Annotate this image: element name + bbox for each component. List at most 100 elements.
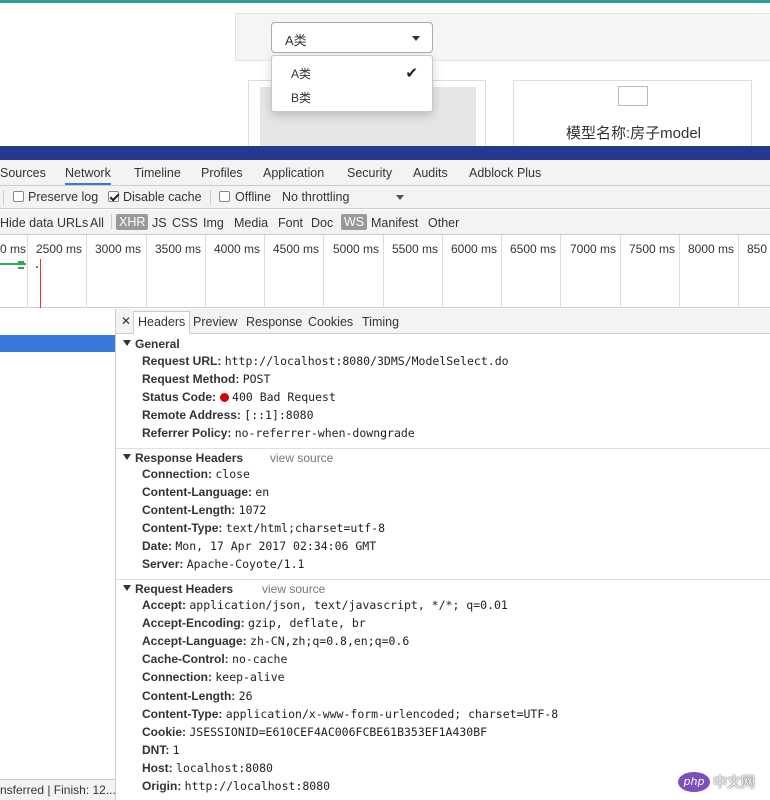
- header-row: Request URL: http://localhost:8080/3DMS/…: [142, 354, 509, 368]
- header-row: Remote Address: [::1]:8080: [142, 408, 314, 422]
- hide-data-urls[interactable]: Hide data URLs: [0, 216, 88, 230]
- header-row: Referrer Policy: no-referrer-when-downgr…: [142, 426, 415, 440]
- offline-label: Offline: [235, 190, 271, 204]
- filter-img[interactable]: Img: [203, 216, 224, 230]
- tick-line: [86, 235, 87, 308]
- tick-label: 5000 ms: [333, 242, 380, 256]
- offline-checkbox[interactable]: [219, 191, 230, 202]
- tab-adblock-plus[interactable]: Adblock Plus: [469, 166, 541, 180]
- dropdown-option-b[interactable]: B类: [291, 89, 311, 106]
- request-headers-section-header[interactable]: Request Headers view source: [116, 579, 770, 597]
- filter-font[interactable]: Font: [278, 216, 303, 230]
- tick-label: 7500 ms: [629, 242, 676, 256]
- tick-label: 3000 ms: [95, 242, 142, 256]
- preserve-log-checkbox[interactable]: [13, 191, 24, 202]
- tab-profiles[interactable]: Profiles: [201, 166, 243, 180]
- header-row: Status Code: 400 Bad Request: [142, 390, 336, 404]
- timeline-request-bar: [18, 261, 24, 263]
- filter-xhr[interactable]: XHR: [116, 214, 149, 230]
- header-row: Date: Mon, 17 Apr 2017 02:34:06 GMT: [142, 539, 377, 553]
- tick-line: [205, 235, 206, 308]
- network-status-bar: nsferred | Finish: 12...: [0, 779, 116, 800]
- filter-manifest[interactable]: Manifest: [371, 216, 418, 230]
- header-row: Request Method: POST: [142, 372, 271, 386]
- header-row: Accept-Encoding: gzip, deflate, br: [142, 616, 366, 630]
- tab-audits[interactable]: Audits: [413, 166, 448, 180]
- divider: [3, 190, 4, 205]
- tick-label: 6000 ms: [451, 242, 498, 256]
- filter-js[interactable]: JS: [152, 216, 167, 230]
- tick-label: 5500 ms: [392, 242, 439, 256]
- tick-label: 4500 ms: [273, 242, 320, 256]
- page-top-border: [0, 0, 770, 3]
- tab-security[interactable]: Security: [347, 166, 392, 180]
- response-headers-section-header[interactable]: Response Headers view source: [116, 448, 770, 466]
- header-row: Accept: application/json, text/javascrip…: [142, 598, 508, 612]
- throttling-select[interactable]: No throttling: [282, 190, 349, 204]
- category-select[interactable]: A类: [271, 22, 433, 53]
- tab-timing[interactable]: Timing: [362, 315, 399, 329]
- tick-line: [442, 235, 443, 308]
- site-watermark: php 中文网: [674, 768, 770, 796]
- category-select-value: A类: [285, 33, 307, 48]
- tick-line: [383, 235, 384, 308]
- error-status-icon: [220, 393, 230, 402]
- tick-line: [323, 235, 324, 308]
- category-dropdown: A类 ✔ B类: [271, 55, 433, 112]
- view-source-link[interactable]: view source: [270, 451, 333, 465]
- tick-line: [264, 235, 265, 308]
- triangle-down-icon: [123, 454, 131, 460]
- close-icon[interactable]: ✕: [121, 314, 131, 328]
- header-row: Content-Length: 1072: [142, 503, 267, 517]
- header-row: DNT: 1: [142, 743, 180, 757]
- general-section-header[interactable]: General: [116, 335, 770, 353]
- timeline-request-bar: [18, 267, 24, 269]
- tick-line: [679, 235, 680, 308]
- tab-timeline[interactable]: Timeline: [134, 166, 181, 180]
- chevron-down-icon[interactable]: [396, 195, 404, 200]
- header-row: Accept-Language: zh-CN,zh;q=0.8,en;q=0.6: [142, 634, 410, 648]
- filter-all[interactable]: All: [90, 216, 104, 230]
- header-row: Content-Length: 26: [142, 689, 253, 703]
- triangle-down-icon: [123, 340, 131, 346]
- header-row: Content-Language: en: [142, 485, 270, 499]
- detail-tabs: ✕ Headers Preview Response Cookies Timin…: [116, 309, 770, 334]
- request-list[interactable]: [0, 309, 116, 779]
- devtools-tabs: Sources Network Timeline Profiles Applic…: [0, 160, 770, 186]
- chevron-down-icon: [412, 36, 420, 41]
- tick-label: 3500 ms: [155, 242, 202, 256]
- tab-sources[interactable]: Sources: [0, 166, 46, 180]
- tab-response[interactable]: Response: [246, 315, 302, 329]
- tick-label: 7000 ms: [570, 242, 617, 256]
- filter-toolbar: Hide data URLs All XHR JS CSS Img Media …: [0, 210, 770, 235]
- disable-cache-label: Disable cache: [123, 190, 202, 204]
- tab-application[interactable]: Application: [263, 166, 324, 180]
- filter-media[interactable]: Media: [234, 216, 268, 230]
- selected-request-row[interactable]: [0, 335, 115, 352]
- tab-preview[interactable]: Preview: [193, 315, 237, 329]
- filter-other[interactable]: Other: [428, 216, 459, 230]
- divider: [111, 214, 112, 229]
- header-row: Connection: close: [142, 467, 250, 481]
- tick-line: [27, 235, 28, 308]
- model-card[interactable]: 模型名称:房子model: [513, 80, 752, 146]
- dropdown-option-a[interactable]: A类: [291, 65, 311, 82]
- tick-label: 8000 ms: [688, 242, 735, 256]
- section-title: General: [135, 337, 180, 351]
- divider: [210, 190, 211, 205]
- header-row: Host: localhost:8080: [142, 761, 273, 775]
- disable-cache-checkbox[interactable]: [108, 191, 119, 202]
- tab-headers[interactable]: Headers: [133, 311, 191, 334]
- view-source-link[interactable]: view source: [262, 582, 325, 596]
- tick-line: [146, 235, 147, 308]
- tab-network[interactable]: Network: [65, 166, 111, 185]
- network-timeline[interactable]: 0 ms 2500 ms 3000 ms 3500 ms 4000 ms 450…: [0, 235, 770, 308]
- filter-ws[interactable]: WS: [341, 214, 368, 230]
- filter-css[interactable]: CSS: [172, 216, 198, 230]
- tab-cookies[interactable]: Cookies: [308, 315, 353, 329]
- header-row: Server: Apache-Coyote/1.1: [142, 557, 305, 571]
- filter-doc[interactable]: Doc: [311, 216, 333, 230]
- timeline-request-bar: [36, 266, 38, 268]
- header-row: Cache-Control: no-cache: [142, 652, 288, 666]
- tick-label: 4000 ms: [214, 242, 261, 256]
